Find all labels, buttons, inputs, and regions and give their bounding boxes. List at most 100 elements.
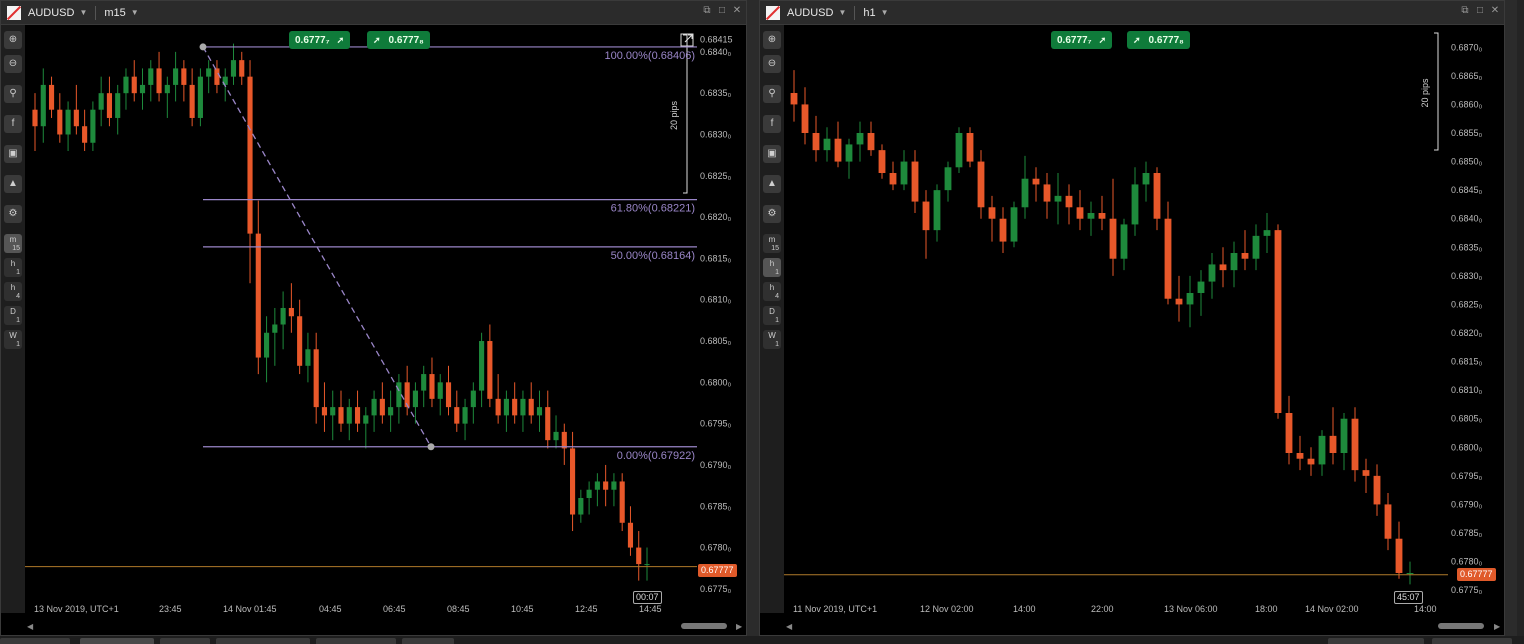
price-axis-label: 0.6825₀ [1451, 299, 1483, 309]
chevron-down-icon[interactable]: ▼ [881, 8, 889, 17]
candle-body [1263, 230, 1271, 236]
candle-body [106, 93, 112, 118]
chevron-down-icon[interactable]: ▼ [79, 8, 87, 17]
zoom-in-icon[interactable]: ⊕ [763, 31, 781, 49]
candle-body [462, 407, 468, 424]
time-axis-label: 14:00 [1414, 604, 1437, 614]
chevron-down-icon[interactable]: ▼ [838, 8, 846, 17]
candle-body [570, 448, 576, 515]
price-axis-label: 0.6775₀ [700, 584, 732, 594]
candle-body [479, 341, 485, 391]
timeframe-button-d1[interactable]: D1 [763, 306, 781, 325]
zoom-in-icon[interactable]: ⊕ [4, 31, 22, 49]
bottom-tab[interactable] [80, 638, 154, 644]
bottom-tab[interactable] [1432, 638, 1512, 644]
candle-body [230, 60, 237, 77]
chevron-down-icon[interactable]: ▼ [131, 8, 139, 17]
timeframe-button-w1[interactable]: W1 [4, 330, 22, 349]
time-axis-label: 13 Nov 06:00 [1164, 604, 1218, 614]
drawing-icon[interactable]: ▲ [763, 175, 781, 193]
bottom-tab[interactable] [402, 638, 454, 644]
candle-body [1230, 253, 1238, 271]
ask-price-button[interactable]: ➚ 0.6777₈ [367, 31, 430, 49]
divider [854, 5, 856, 20]
candle-body [1153, 173, 1161, 219]
horizontal-scrollbar[interactable] [681, 623, 727, 629]
close-icon[interactable]: ✕ [1490, 5, 1500, 16]
bottom-tab[interactable] [216, 638, 310, 644]
candle-countdown: 00:07 [633, 591, 662, 604]
maximize-icon[interactable]: □ [717, 5, 727, 16]
bid-price-button[interactable]: 0.6777₇ ➚ [289, 31, 351, 49]
candle-body [603, 481, 609, 490]
timeframe-button-m15[interactable]: m 15 [4, 234, 22, 253]
timeframe-button-h1[interactable]: h1 [763, 258, 781, 277]
price-axis-label: 0.6855₀ [1451, 128, 1483, 138]
robot-icon[interactable]: ▣ [4, 145, 22, 163]
symbol-selector[interactable]: AUDUSD [28, 7, 74, 19]
timeframe-button-h4[interactable]: h4 [4, 282, 22, 301]
timeframe-button-w1[interactable]: W1 [763, 330, 781, 349]
timeframe-button-h4[interactable]: h4 [763, 282, 781, 301]
close-icon[interactable]: ✕ [732, 5, 742, 16]
facebook-icon[interactable]: f [4, 115, 22, 133]
horizontal-scrollbar[interactable] [1438, 623, 1484, 629]
candle-body [98, 93, 104, 110]
bottom-tab[interactable] [316, 638, 396, 644]
candle-body [561, 431, 567, 449]
robot-icon[interactable]: ▣ [763, 145, 781, 163]
candlestick-chart-h1[interactable]: 0.6870₀ 0.6865₀ 0.6860₀ 0.6855₀ 0.6850₀ 0.684… [784, 25, 1505, 615]
indicators-icon[interactable]: ⚲ [4, 85, 22, 103]
bottom-tab[interactable] [1328, 638, 1424, 644]
candle-body [503, 398, 509, 416]
facebook-icon[interactable]: f [763, 115, 781, 133]
timeframe-button-d1[interactable]: D1 [4, 306, 22, 325]
fib-level-label: 61.80%(0.68221) [611, 203, 695, 215]
price-axis-label: 0.6820₀ [1451, 328, 1483, 338]
zoom-out-icon[interactable]: ⊖ [763, 55, 781, 73]
candle-body [578, 497, 584, 515]
price-axis-label: 0.6810₀ [1451, 385, 1483, 395]
candle-body [280, 307, 286, 325]
time-axis-label: 18:00 [1255, 604, 1278, 614]
scroll-left-icon[interactable]: ◀ [27, 622, 33, 631]
zoom-out-icon[interactable]: ⊖ [4, 55, 22, 73]
price-axis-label: 0.6795₀ [1451, 471, 1483, 481]
maximize-icon[interactable]: □ [1475, 5, 1485, 16]
price-axis-label: 0.68415 [700, 34, 733, 44]
detach-icon[interactable]: ⧉ [702, 5, 712, 16]
drawing-icon[interactable]: ▲ [4, 175, 22, 193]
indicators-icon[interactable]: ⚲ [763, 85, 781, 103]
candle-body [470, 390, 476, 408]
bid-price-button[interactable]: 0.6777₇ ➚ [1051, 31, 1113, 49]
detach-icon[interactable]: ⧉ [1460, 5, 1470, 16]
chart-settings-icon[interactable]: ⚙ [4, 205, 22, 223]
chart-settings-icon[interactable]: ⚙ [763, 205, 781, 223]
timeframe-button-h1[interactable]: h1 [4, 258, 22, 277]
divider [95, 5, 97, 20]
ask-price-button[interactable]: ➚ 0.6777₈ [1127, 31, 1190, 49]
scroll-right-icon[interactable]: ▶ [1494, 622, 1500, 631]
candle-body [1010, 207, 1018, 242]
candle-body [412, 390, 418, 408]
candle-body [445, 382, 452, 408]
bottom-tab[interactable] [160, 638, 210, 644]
candle-body [636, 547, 642, 565]
candle-body [1175, 298, 1183, 305]
chart-toolbar: ⊕ ⊖ ⚲ f ▣ ▲ ⚙ m 15 h1 h4 D1 W1 [1, 25, 25, 613]
price-axis-label: 0.6840₀ [1451, 214, 1483, 224]
candle-body [1296, 453, 1304, 459]
candlestick-chart-m15[interactable]: 0.68415 0.6840₀ 0.6835₀ 0.6830₀ 0.6825₀ 0.682… [25, 25, 747, 615]
scroll-left-icon[interactable]: ◀ [786, 622, 792, 631]
price-axis-label: 0.6810₀ [700, 295, 732, 305]
symbol-selector[interactable]: AUDUSD [787, 7, 833, 19]
scroll-right-icon[interactable]: ▶ [736, 622, 742, 631]
timeframe-selector[interactable]: m15 [104, 7, 125, 19]
timeframe-button-m15[interactable]: m 15 [763, 234, 781, 253]
candle-body [999, 218, 1007, 242]
candle-body [878, 150, 886, 173]
candle-body [955, 133, 963, 168]
bottom-tab[interactable] [0, 638, 70, 644]
app-logo-icon [766, 5, 780, 20]
timeframe-selector[interactable]: h1 [863, 7, 875, 19]
